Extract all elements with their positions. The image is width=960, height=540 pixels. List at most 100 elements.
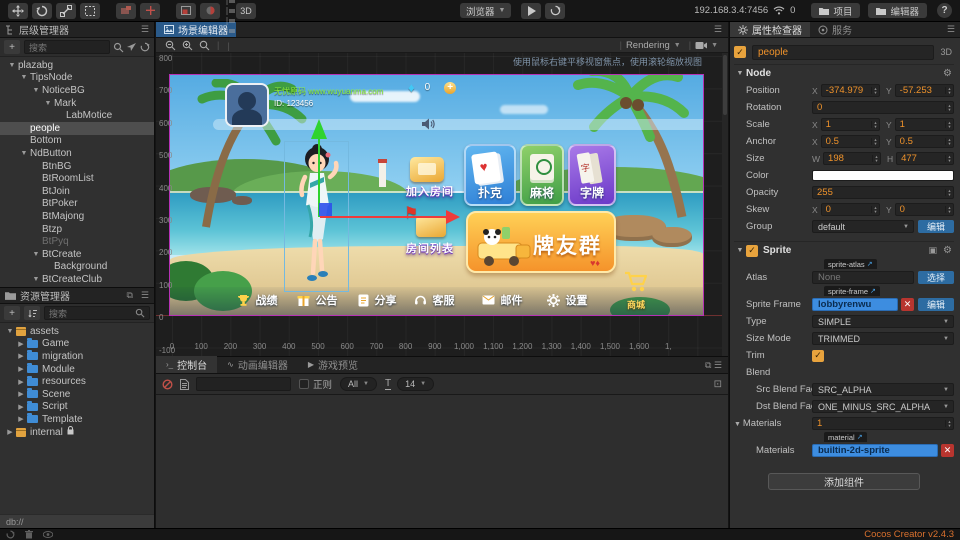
anchor-y-field[interactable]: 0.5 ▴ ▾ [894, 135, 954, 148]
mahjong-card-button[interactable]: 麻将 [520, 144, 564, 206]
expand-arrow-icon[interactable]: ▶ [15, 403, 27, 411]
create-asset-button[interactable]: + [4, 306, 20, 320]
help-button[interactable]: ? [937, 3, 952, 18]
join-room-icon[interactable] [410, 157, 444, 182]
trash-icon[interactable] [25, 530, 33, 539]
dst-blend-dropdown[interactable]: ONE_MINUS_SRC_ALPHA ▼ [812, 400, 954, 413]
panel-menu-icon[interactable]: ☰ [141, 24, 149, 35]
expand-arrow-icon[interactable]: ▶ [15, 415, 27, 423]
hierarchy-node-Bottom[interactable]: Bottom [0, 135, 154, 148]
font-size-dropdown[interactable]: 14 ▼ [397, 377, 435, 391]
asset-node-Template[interactable]: ▶ Template [0, 413, 154, 426]
asset-node-Script[interactable]: ▶ Script [0, 400, 154, 414]
hierarchy-node-NoticeBG[interactable]: ▼ NoticeBG [0, 84, 154, 97]
console-output[interactable] [156, 395, 728, 528]
join-room-button[interactable]: 加入房间 [398, 183, 462, 199]
console-panel-menu-icon[interactable]: ⧉ ☰ [705, 360, 722, 371]
assets-search-input[interactable]: 搜索 [44, 306, 150, 320]
hierarchy-node-Btzp[interactable]: Btzp [0, 223, 154, 236]
settings-button[interactable]: 设置 [538, 292, 596, 308]
zipai-card-button[interactable]: 字牌 [568, 144, 616, 206]
size-mode-dropdown[interactable]: TRIMMED ▼ [812, 332, 954, 345]
hierarchy-node-BtnBG[interactable]: BtnBG [0, 160, 154, 173]
node-3d-toggle[interactable]: 3D [940, 47, 952, 57]
hierarchy-node-BtCreate[interactable]: ▼ BtCreate [0, 248, 154, 261]
hierarchy-node-people[interactable]: people [0, 121, 154, 135]
tab-console[interactable]: ›_ 控制台 [156, 356, 218, 373]
announcement-button[interactable]: 公告 [288, 292, 346, 308]
asset-node-Module[interactable]: ▶ Module [0, 363, 154, 376]
expand-arrow-icon[interactable]: ▶ [15, 365, 27, 373]
hierarchy-node-BtPoker[interactable]: BtPoker [0, 198, 154, 211]
poker-card-button[interactable]: 扑克 [464, 144, 516, 206]
gear-icon[interactable]: ⚙ [943, 245, 952, 256]
gizmo-x-arrowhead[interactable] [446, 210, 460, 224]
gizmo-global-button[interactable] [200, 2, 220, 19]
tab-animation-editor[interactable]: ∿ 动画编辑器 [217, 356, 298, 373]
sprite-enabled-checkbox[interactable]: ✓ [746, 244, 758, 257]
size-h-field[interactable]: 477 ▴ ▾ [896, 152, 955, 165]
add-component-button[interactable]: 添加组件 [768, 473, 920, 490]
player-avatar[interactable] [225, 83, 269, 127]
color-swatch[interactable] [812, 170, 954, 181]
move-tool-button[interactable] [8, 2, 28, 19]
asset-node-migration[interactable]: ▶ migration [0, 350, 154, 363]
expand-arrow-icon[interactable]: ▼ [4, 328, 16, 335]
expand-arrow-icon[interactable]: ▼ [18, 74, 30, 81]
skew-x-field[interactable]: 0 ▴ ▾ [820, 203, 880, 216]
gear-icon[interactable]: ⚙ [943, 68, 952, 79]
panel-menu-icon[interactable]: ☰ [141, 290, 149, 301]
gizmo-x-axis[interactable] [320, 216, 446, 218]
zoom-out-icon[interactable] [165, 40, 176, 51]
src-blend-dropdown[interactable]: SRC_ALPHA ▼ [812, 383, 954, 396]
add-diamond-button[interactable]: + [444, 81, 457, 94]
sort-assets-button[interactable] [24, 306, 40, 320]
regex-checkbox[interactable] [299, 379, 309, 389]
gizmo-xy-handle[interactable] [319, 203, 332, 216]
refresh-tree-icon[interactable] [140, 42, 150, 52]
scale-y-field[interactable]: 1 ▴ ▾ [894, 118, 954, 131]
share-button[interactable]: 分享 [348, 292, 406, 308]
hierarchy-node-plazabg[interactable]: ▼ plazabg [0, 59, 154, 72]
select-atlas-button[interactable]: 选择 [917, 271, 954, 284]
expand-arrow-icon[interactable]: ▼ [18, 150, 30, 157]
console-detach-icon[interactable]: ⊡ [714, 379, 722, 390]
skew-y-field[interactable]: 0 ▴ ▾ [894, 203, 954, 216]
sprite-frame-input[interactable]: lobbyrenwu [812, 298, 898, 311]
tab-properties[interactable]: 属性检查器 [730, 22, 810, 37]
node-name-input[interactable]: people [752, 44, 935, 60]
group-dropdown[interactable]: default ▼ [812, 220, 914, 233]
play-button[interactable] [521, 2, 542, 19]
assets-extra-icon[interactable]: ⧉ [126, 290, 132, 301]
expand-arrow-icon[interactable]: ▶ [15, 390, 27, 398]
trim-checkbox[interactable]: ✓ [812, 349, 824, 362]
expand-arrow-icon[interactable]: ▼ [42, 100, 54, 107]
log-level-dropdown[interactable]: All ▼ [340, 377, 377, 391]
align-icon[interactable] [226, 6, 236, 16]
node-active-checkbox[interactable]: ✓ [734, 46, 746, 58]
hierarchy-node-BtPyq[interactable]: BtPyq [0, 235, 154, 248]
help-doc-icon[interactable]: ▣ [929, 245, 938, 256]
material-input[interactable]: builtin-2d-sprite [812, 444, 938, 457]
clear-sprite-frame-button[interactable]: ✕ [900, 298, 914, 311]
room-list-icon[interactable] [416, 216, 446, 237]
open-editor-button[interactable]: 编辑器 [868, 3, 927, 18]
asset-node-assets[interactable]: ▼ assets [0, 325, 154, 338]
expand-arrow-icon[interactable]: ▼ [30, 276, 42, 283]
position-x-field[interactable]: -374.979 ▴ ▾ [820, 84, 880, 97]
rendering-dropdown[interactable]: Rendering [626, 40, 670, 51]
sync-icon[interactable] [6, 530, 15, 539]
asset-node-resources[interactable]: ▶ resources [0, 375, 154, 388]
open-project-button[interactable]: 项目 [811, 3, 861, 18]
club-button[interactable]: 牌友群 ♥♦ [466, 211, 616, 273]
support-button[interactable]: 客服 [405, 292, 463, 308]
panel-menu-icon[interactable]: ☰ [714, 24, 722, 35]
expand-arrow-icon[interactable]: ▼ [30, 87, 42, 94]
clear-material-button[interactable]: ✕ [941, 444, 954, 457]
gizmo-anchor-button[interactable] [140, 2, 160, 19]
rotation-field[interactable]: 0 ▴ ▾ [812, 101, 954, 114]
asset-node-internal[interactable]: ▶ internal [0, 426, 154, 439]
eye-icon[interactable] [43, 531, 53, 538]
asset-node-Scene[interactable]: ▶ Scene [0, 388, 154, 401]
position-y-field[interactable]: -57.253 ▴ ▾ [894, 84, 954, 97]
